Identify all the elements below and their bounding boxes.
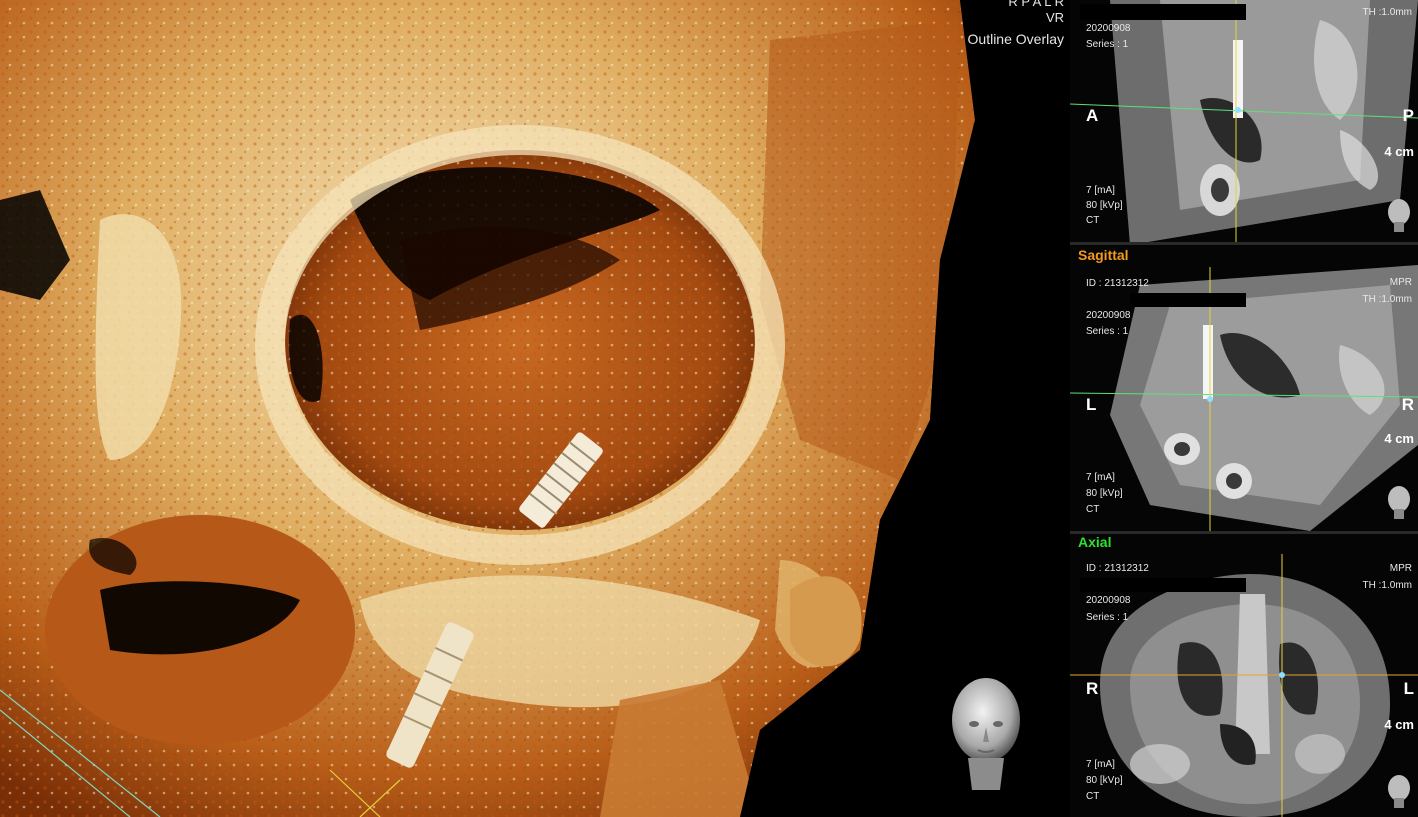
series-label: Series : 1 bbox=[1086, 612, 1129, 623]
implant-marker bbox=[1203, 325, 1213, 399]
patient-id: ID : 21312312 bbox=[1086, 563, 1149, 574]
orientation-left: L bbox=[1086, 395, 1097, 414]
vr-mode-label: VR bbox=[1045, 10, 1064, 25]
redacted-id bbox=[1080, 4, 1246, 20]
implant-marker bbox=[1233, 40, 1243, 118]
orientation-right: P bbox=[1402, 106, 1414, 125]
orientation-right: L bbox=[1403, 679, 1414, 698]
kvp-value: 80 [kVp] bbox=[1086, 200, 1123, 211]
patient-id: ID : 21312312 bbox=[1086, 278, 1149, 289]
ma-value: 7 [mA] bbox=[1086, 759, 1115, 770]
orientation-left: R bbox=[1086, 679, 1099, 698]
scale-label: 4 cm bbox=[1384, 144, 1414, 159]
study-date: 20200908 bbox=[1086, 23, 1131, 34]
modality-label: CT bbox=[1086, 504, 1100, 515]
mpr-pane-sagittal[interactable]: Sagittal ID : 21312312 20200908 Series :… bbox=[1070, 245, 1418, 531]
head-orientation-icon[interactable] bbox=[1386, 198, 1412, 232]
kvp-value: 80 [kVp] bbox=[1086, 775, 1123, 786]
slice-thickness: TH :1.0mm bbox=[1362, 7, 1412, 18]
mode-label: MPR bbox=[1389, 563, 1412, 574]
skull-volume-render bbox=[0, 0, 1068, 817]
slice-thickness: TH :1.0mm bbox=[1362, 580, 1412, 591]
slice-thickness: TH :1.0mm bbox=[1362, 294, 1412, 305]
orientation-left: A bbox=[1086, 106, 1099, 125]
study-date: 20200908 bbox=[1086, 595, 1131, 606]
modality-label: CT bbox=[1086, 791, 1100, 802]
volume-rendering-viewport[interactable]: R P A L R VR Outline Overlay bbox=[0, 0, 1068, 817]
mpr-pane-axial[interactable]: Axial ID : 21312312 20200908 Series : 1 … bbox=[1070, 534, 1418, 817]
series-label: Series : 1 bbox=[1086, 39, 1129, 50]
vr-orientation-letters: R P A L R bbox=[1008, 0, 1064, 9]
outline-overlay-label[interactable]: Outline Overlay bbox=[968, 31, 1064, 47]
orientation-right: R bbox=[1401, 395, 1414, 414]
pane-title-axial: Axial bbox=[1078, 534, 1112, 550]
mpr-pane-top[interactable]: 20200908 Series : 1 TH :1.0mm A P 4 cm 7… bbox=[1070, 0, 1418, 242]
kvp-value: 80 [kVp] bbox=[1086, 488, 1123, 499]
head-orientation-icon[interactable] bbox=[1386, 485, 1412, 519]
ma-value: 7 [mA] bbox=[1086, 185, 1115, 196]
redacted-name bbox=[1130, 293, 1246, 307]
series-label: Series : 1 bbox=[1086, 326, 1129, 337]
mode-label: MPR bbox=[1389, 277, 1412, 288]
scale-label: 4 cm bbox=[1384, 431, 1414, 446]
head-orientation-icon[interactable] bbox=[1386, 774, 1412, 808]
study-date: 20200908 bbox=[1086, 310, 1131, 321]
ma-value: 7 [mA] bbox=[1086, 472, 1115, 483]
pane-title-sagittal: Sagittal bbox=[1078, 247, 1129, 263]
scale-label: 4 cm bbox=[1384, 717, 1414, 732]
redacted-name bbox=[1080, 578, 1246, 592]
head-orientation-icon[interactable] bbox=[948, 672, 1024, 790]
modality-label: CT bbox=[1086, 215, 1100, 226]
